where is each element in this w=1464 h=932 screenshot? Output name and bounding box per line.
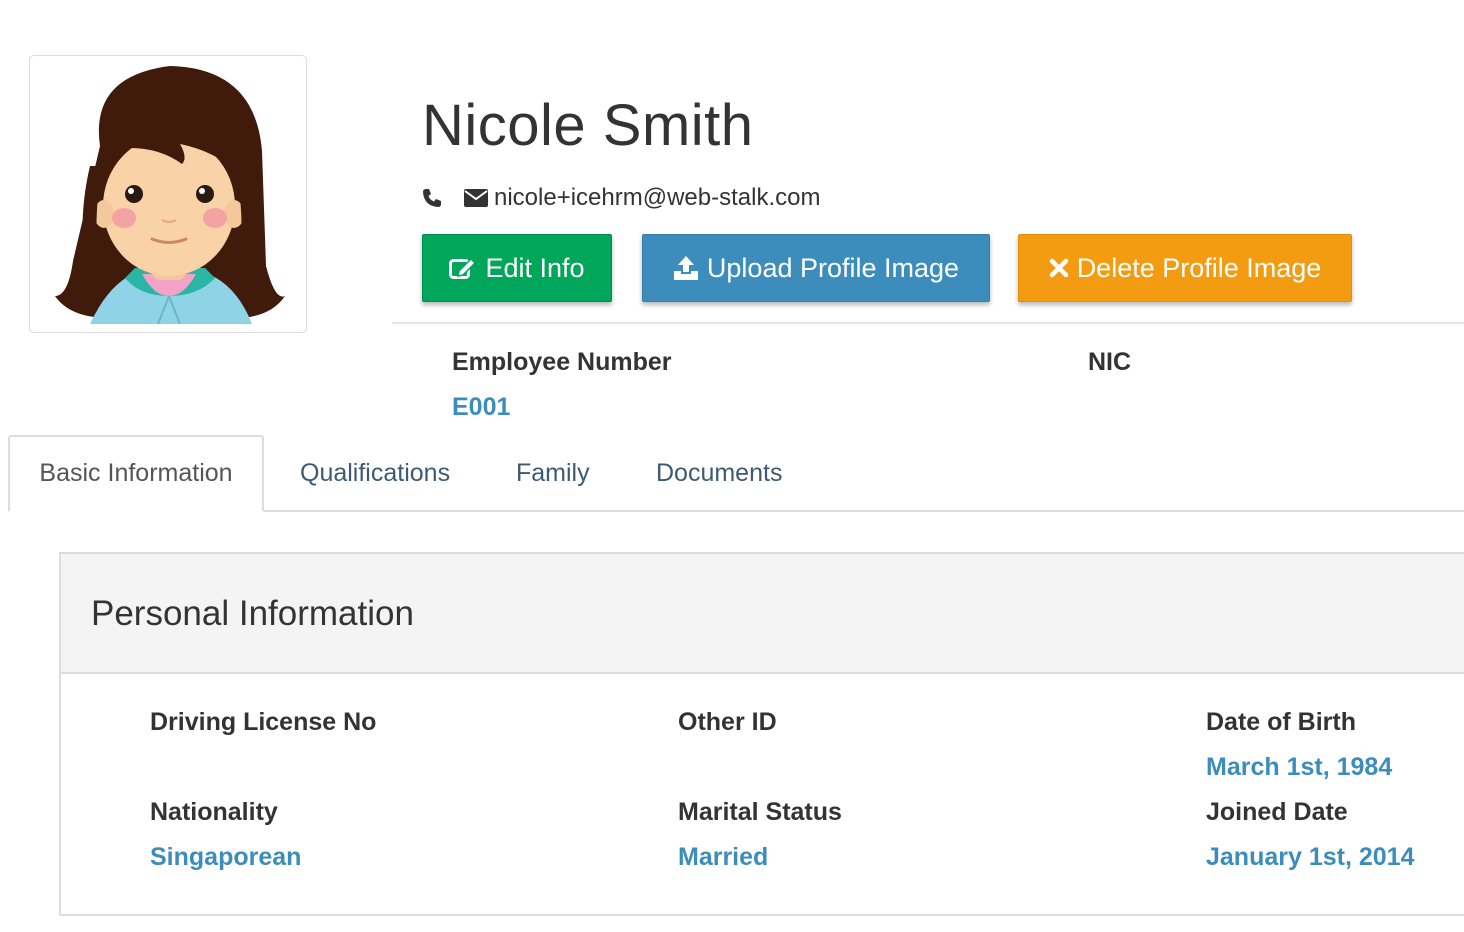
date-of-birth-value: March 1st, 1984 [1206,753,1392,782]
email-address[interactable]: nicole+icehrm@web-stalk.com [494,184,820,212]
marital-status-label: Marital Status [678,798,842,827]
nic-label: NIC [1088,348,1131,377]
envelope-icon [464,189,488,207]
profile-name: Nicole Smith [422,92,754,159]
upload-profile-image-button[interactable]: Upload Profile Image [642,234,990,302]
edit-info-label: Edit Info [485,253,584,284]
panel-header: Personal Information [61,554,1464,674]
profile-avatar [29,55,307,333]
joined-date-value: January 1st, 2014 [1206,843,1414,872]
tab-qualifications[interactable]: Qualifications [300,435,450,512]
nationality-label: Nationality [150,798,278,827]
marital-status-value: Married [678,843,768,872]
avatar-illustration [30,56,307,333]
delete-profile-image-button[interactable]: Delete Profile Image [1018,234,1352,302]
header-divider [392,322,1464,324]
employee-number-value: E001 [452,393,510,422]
tab-documents[interactable]: Documents [656,435,782,512]
delete-profile-image-label: Delete Profile Image [1077,253,1322,284]
tab-family[interactable]: Family [516,435,590,512]
panel-title: Personal Information [91,594,414,634]
nationality-value: Singaporean [150,843,301,872]
upload-profile-image-label: Upload Profile Image [707,253,959,284]
other-id-label: Other ID [678,708,777,737]
tab-basic-information[interactable]: Basic Information [8,435,264,512]
joined-date-label: Joined Date [1206,798,1348,827]
contact-row: nicole+icehrm@web-stalk.com [422,182,820,214]
employee-number-label: Employee Number [452,348,672,377]
upload-icon [673,255,699,281]
date-of-birth-label: Date of Birth [1206,708,1356,737]
driving-license-label: Driving License No [150,708,376,737]
phone-icon [422,188,442,208]
edit-info-button[interactable]: Edit Info [422,234,612,302]
times-icon [1049,258,1069,278]
edit-icon [449,256,477,280]
